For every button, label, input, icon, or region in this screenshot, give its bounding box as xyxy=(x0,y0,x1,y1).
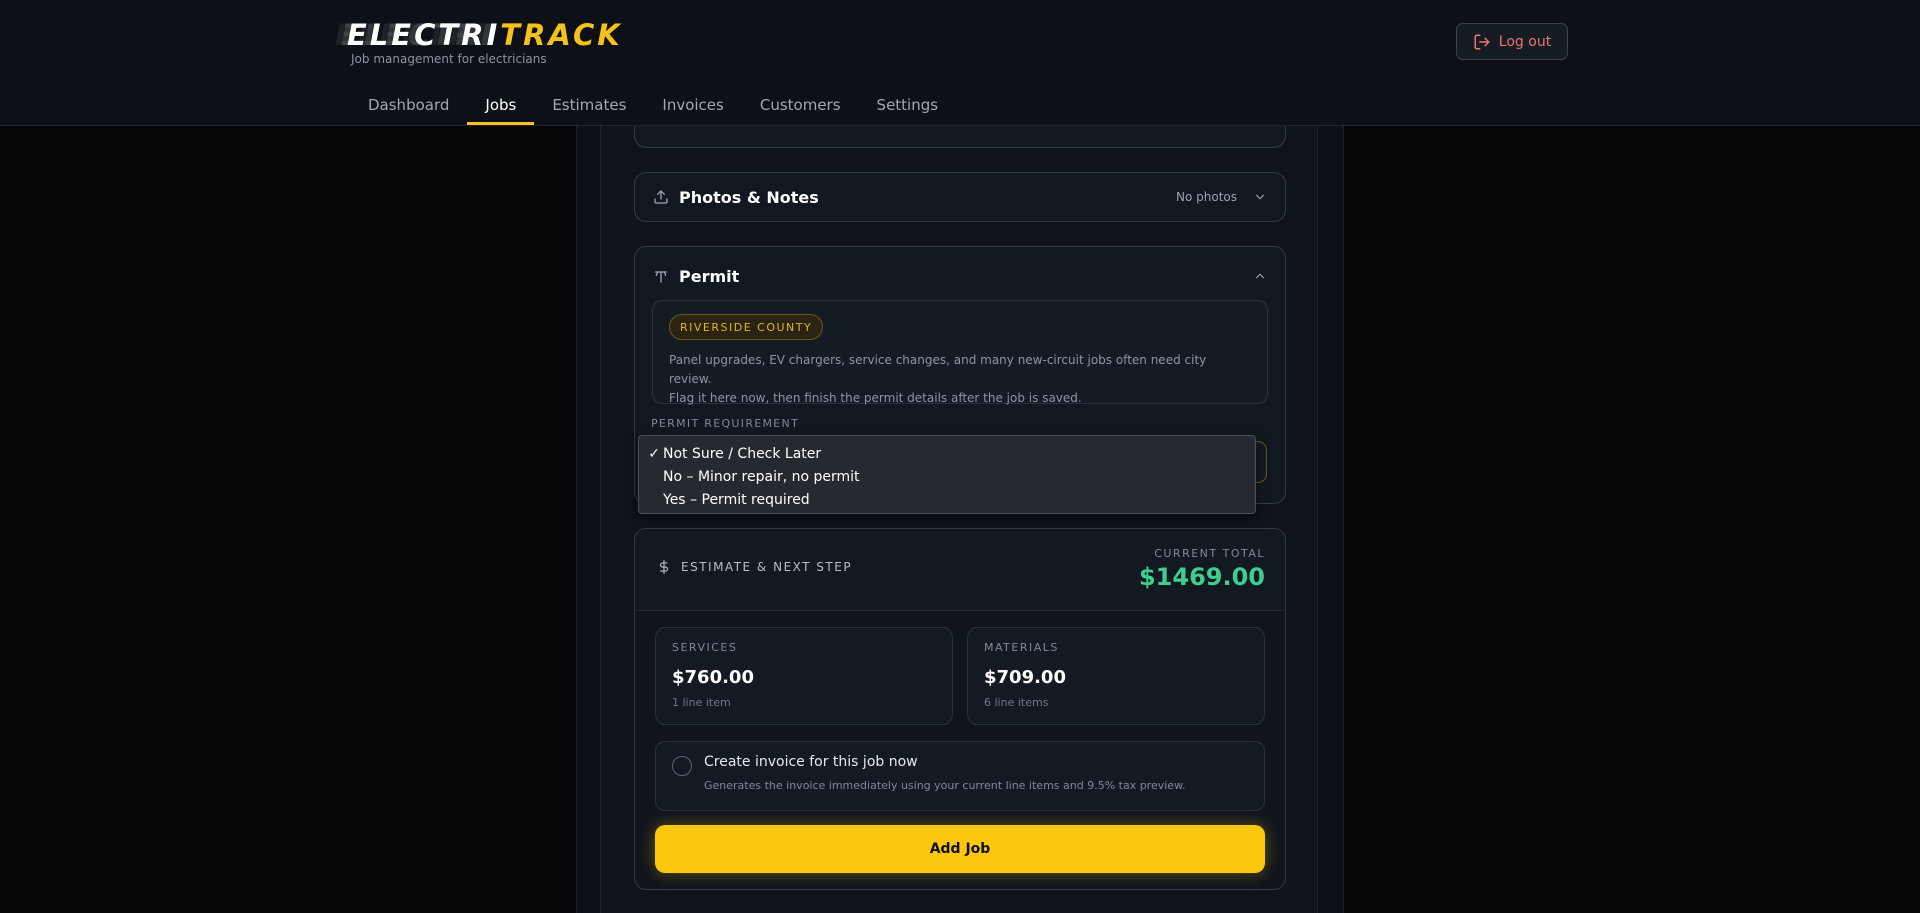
option-permit-required[interactable]: Yes – Permit required xyxy=(639,488,1255,511)
estimate-title: ESTIMATE & NEXT STEP xyxy=(657,560,852,574)
create-invoice-checkbox[interactable] xyxy=(672,756,692,776)
checkmark-icon: ✓ xyxy=(648,445,660,462)
background-right xyxy=(1344,126,1920,913)
create-invoice-option[interactable]: Create invoice for this job now Generate… xyxy=(655,741,1265,811)
materials-summary: MATERIALS $709.00 6 line items xyxy=(967,627,1265,725)
services-count: 1 line item xyxy=(672,696,731,709)
photos-count: No photos xyxy=(1176,190,1237,204)
permit-info-box: RIVERSIDE COUNTY Panel upgrades, EV char… xyxy=(652,300,1268,405)
tab-invoices[interactable]: Invoices xyxy=(644,88,741,126)
estimate-header: ESTIMATE & NEXT STEP CURRENT TOTAL $1469… xyxy=(635,529,1285,611)
photos-notes-title: Photos & Notes xyxy=(679,187,819,207)
background-left xyxy=(0,126,576,913)
permit-requirement-label: PERMIT REQUIREMENT xyxy=(651,417,800,430)
logout-button[interactable]: Log out xyxy=(1456,23,1568,60)
permit-title: Permit xyxy=(679,266,740,286)
permit-description-line-1: Panel upgrades, EV chargers, service cha… xyxy=(669,353,1207,386)
permit-requirement-dropdown: ✓ Not Sure / Check Later No – Minor repa… xyxy=(638,435,1256,514)
services-value: $760.00 xyxy=(672,667,754,688)
logo-text-track: TRACK xyxy=(500,18,623,52)
chevron-up-icon xyxy=(1255,273,1265,279)
option-label: Yes – Permit required xyxy=(663,491,810,508)
photos-notes-section[interactable]: Photos & Notes No photos xyxy=(634,172,1286,222)
create-invoice-title: Create invoice for this job now xyxy=(704,754,918,770)
tab-estimates[interactable]: Estimates xyxy=(534,88,644,126)
permit-header[interactable]: Permit xyxy=(653,261,1267,291)
current-total-label: CURRENT TOTAL xyxy=(1154,547,1265,560)
services-label: SERVICES xyxy=(672,641,738,654)
option-label: No – Minor repair, no permit xyxy=(663,468,860,485)
option-no-permit[interactable]: No – Minor repair, no permit xyxy=(639,465,1255,488)
permit-description: Panel upgrades, EV chargers, service cha… xyxy=(669,351,1251,408)
option-not-sure[interactable]: ✓ Not Sure / Check Later xyxy=(639,442,1255,465)
tab-dashboard[interactable]: Dashboard xyxy=(350,88,467,126)
tab-customers[interactable]: Customers xyxy=(742,88,859,126)
create-invoice-description: Generates the invoice immediately using … xyxy=(704,779,1186,792)
materials-count: 6 line items xyxy=(984,696,1049,709)
dollar-icon xyxy=(659,560,669,574)
materials-value: $709.00 xyxy=(984,667,1066,688)
upload-icon xyxy=(654,190,668,204)
estimate-section: ESTIMATE & NEXT STEP CURRENT TOTAL $1469… xyxy=(634,528,1286,890)
materials-label: MATERIALS xyxy=(984,641,1059,654)
add-job-button[interactable]: Add Job xyxy=(655,825,1265,873)
permit-icon xyxy=(655,271,667,283)
permit-description-line-2: Flag it here now, then finish the permit… xyxy=(669,391,1082,405)
services-summary: SERVICES $760.00 1 line item xyxy=(655,627,953,725)
logout-icon xyxy=(1474,34,1490,49)
logout-label: Log out xyxy=(1498,33,1552,50)
option-label: Not Sure / Check Later xyxy=(663,445,822,462)
chevron-down-icon xyxy=(1255,194,1265,200)
main-nav: Dashboard Jobs Estimates Invoices Custom… xyxy=(350,88,956,126)
app-logo[interactable]: ELECTRI TRACK xyxy=(347,18,623,52)
app-tagline: Job management for electricians xyxy=(351,52,547,66)
logo-text-electri: ELECTRI xyxy=(347,18,501,52)
tab-jobs[interactable]: Jobs xyxy=(467,88,535,126)
county-badge: RIVERSIDE COUNTY xyxy=(669,314,824,340)
estimate-title-text: ESTIMATE & NEXT STEP xyxy=(681,560,853,574)
tab-settings[interactable]: Settings xyxy=(859,88,957,126)
app-header: ELECTRI TRACK Job management for electric… xyxy=(0,0,1920,126)
current-total-value: $1469.00 xyxy=(1138,563,1265,591)
